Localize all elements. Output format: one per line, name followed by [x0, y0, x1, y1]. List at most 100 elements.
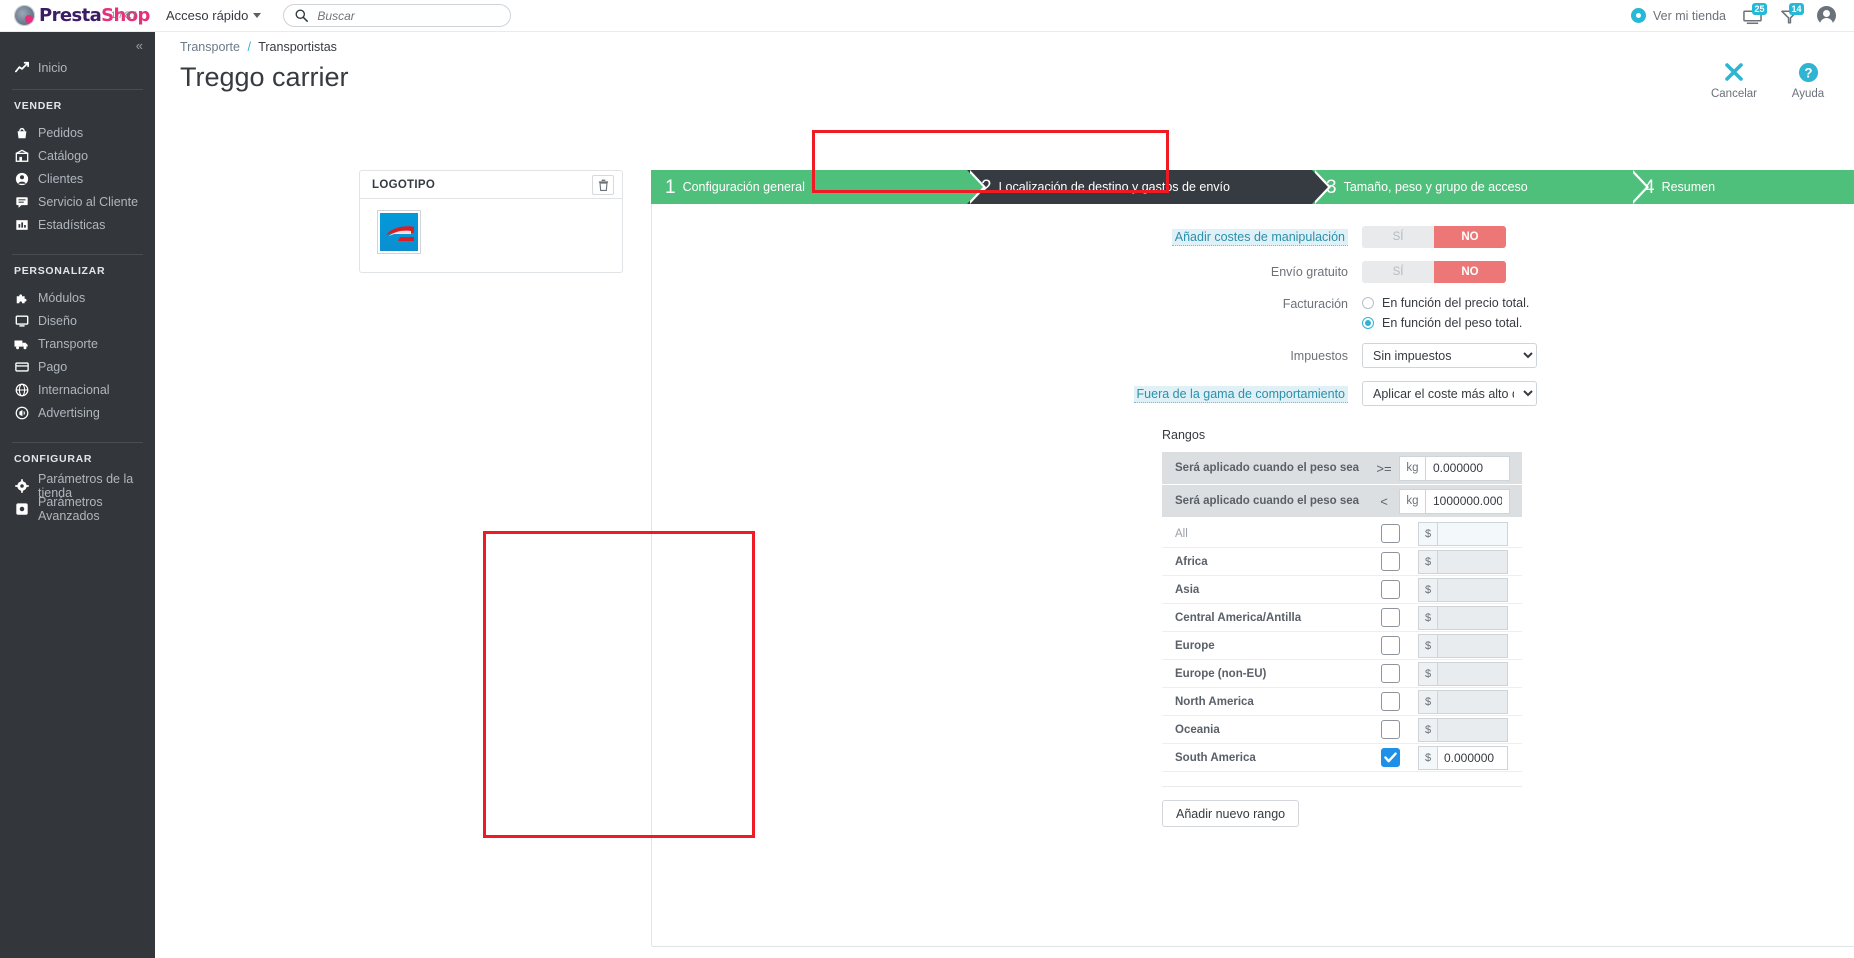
sidebar-item-advertising[interactable]: Advertising [0, 401, 155, 424]
currency-symbol: $ [1418, 689, 1437, 714]
sidebar-item-label: Transporte [38, 336, 98, 351]
sidebar-item-transporte[interactable]: Transporte [0, 332, 155, 355]
zone-name: Asia [1175, 583, 1200, 596]
orders-notification-icon[interactable]: 25 [1743, 2, 1767, 26]
search-box[interactable] [283, 4, 512, 27]
zone-checkbox[interactable] [1380, 636, 1400, 655]
zone-checkbox[interactable] [1380, 524, 1400, 543]
zone-price-input[interactable] [1437, 661, 1508, 686]
basket-icon [14, 125, 29, 140]
handling-costs-label-wrap: Añadir costes de manipulación [652, 229, 1362, 246]
free-shipping-label: Envío gratuito [1270, 265, 1348, 279]
billing-option-weight[interactable]: En función del peso total. [1362, 316, 1529, 330]
customers-notification-icon[interactable]: 14 [1780, 2, 1804, 26]
free-shipping-no[interactable]: NO [1434, 261, 1506, 283]
sidebar-item-modulos[interactable]: Módulos [0, 286, 155, 309]
zone-checkbox-cell [1362, 692, 1418, 711]
wizard-step-3[interactable]: 3 Tamaño, peso y grupo de acceso [1312, 170, 1649, 204]
breadcrumb: Transporte / Transportistas [180, 40, 1854, 54]
sidebar-item-parametros-avanzados[interactable]: Parámetros Avanzados [0, 495, 155, 523]
wizard-steps: 1 Configuración general 2 Localización d… [651, 170, 1854, 204]
radio-checked-icon[interactable] [1362, 317, 1374, 329]
step-label: Resumen [1661, 180, 1716, 194]
sidebar-item-inicio[interactable]: Inicio [0, 56, 155, 79]
breadcrumb-parent[interactable]: Transporte [180, 40, 240, 54]
sidebar-item-internacional[interactable]: Internacional [0, 378, 155, 401]
radio-unchecked-icon[interactable] [1362, 297, 1374, 309]
out-of-range-select[interactable]: Aplicar el coste más alto de la [1362, 381, 1537, 406]
zone-price-input[interactable] [1437, 605, 1508, 630]
catalog-icon [14, 148, 29, 163]
sidebar-item-label: Clientes [38, 171, 84, 186]
billing-option-price[interactable]: En función del precio total. [1362, 296, 1529, 310]
taxes-select[interactable]: Sin impuestos [1362, 343, 1537, 368]
sidebar-collapse-button[interactable]: « [0, 32, 155, 56]
table-row: Asia $ [1162, 576, 1522, 604]
zone-price-input[interactable] [1437, 633, 1508, 658]
zone-name: Europe (non-EU) [1175, 667, 1267, 680]
wizard-step-1[interactable]: 1 Configuración general [651, 170, 986, 204]
free-shipping-yes[interactable]: SÍ [1362, 261, 1434, 283]
monitor-icon [14, 313, 29, 328]
handling-costs-toggle[interactable]: SÍ NO [1362, 226, 1506, 248]
carrier-logo-thumbnail[interactable] [377, 210, 421, 254]
search-input[interactable] [315, 5, 496, 26]
range-max-operator: < [1380, 493, 1388, 509]
credit-card-icon [14, 359, 29, 374]
carrier-logo-image [380, 213, 418, 251]
table-row: All $ [1162, 520, 1522, 548]
delete-logo-button[interactable] [592, 174, 614, 195]
zone-price-input[interactable] [1437, 745, 1508, 770]
zone-price-input[interactable] [1437, 577, 1508, 602]
zone-checkbox[interactable] [1380, 580, 1400, 599]
currency-symbol: $ [1418, 661, 1437, 686]
zone-checkbox[interactable] [1380, 692, 1400, 711]
zone-price-input[interactable] [1437, 521, 1508, 546]
chevron-down-icon [253, 13, 262, 18]
currency-symbol: $ [1418, 605, 1437, 630]
sidebar-item-estadisticas[interactable]: Estadísticas [0, 213, 155, 236]
check-icon [1383, 752, 1397, 763]
zone-checkbox[interactable] [1380, 748, 1400, 767]
add-new-range-button[interactable]: Añadir nuevo rango [1162, 800, 1300, 827]
free-shipping-toggle[interactable]: SÍ NO [1362, 261, 1506, 283]
sidebar-item-clientes[interactable]: Clientes [0, 167, 155, 190]
zone-checkbox[interactable] [1380, 552, 1400, 571]
quick-access-menu[interactable]: Acceso rápido [166, 8, 262, 23]
range-max-input[interactable] [1425, 488, 1510, 514]
range-min-unit: kg [1399, 455, 1425, 481]
zone-checkbox-cell [1362, 636, 1418, 655]
sidebar-item-label: Pago [38, 359, 68, 374]
wizard-step-4[interactable]: 4 Resumen [1630, 170, 1854, 204]
zone-price-input[interactable] [1437, 549, 1508, 574]
zone-checkbox[interactable] [1380, 608, 1400, 627]
range-min-input[interactable] [1425, 455, 1510, 481]
table-row: North America $ [1162, 688, 1522, 716]
prestashop-logo[interactable]: PrestaShop 1.7.8.7 [14, 0, 154, 32]
cancel-button[interactable]: Cancelar [1710, 58, 1758, 100]
handling-costs-yes[interactable]: SÍ [1362, 226, 1434, 248]
handling-costs-no[interactable]: NO [1434, 226, 1506, 248]
sidebar-item-label: Módulos [38, 290, 86, 305]
zone-checkbox-cell [1362, 748, 1418, 767]
sidebar-item-pedidos[interactable]: Pedidos [0, 121, 155, 144]
megaphone-icon [14, 405, 29, 420]
view-my-shop-link[interactable]: Ver mi tienda [1631, 8, 1726, 23]
wizard-step-2[interactable]: 2 Localización de destino y gastos de en… [967, 170, 1331, 204]
sidebar-item-pago[interactable]: Pago [0, 355, 155, 378]
truck-icon [14, 336, 29, 351]
search-icon [295, 9, 309, 22]
zone-checkbox[interactable] [1380, 664, 1400, 683]
prestashop-mark-icon [14, 5, 35, 26]
zone-name: Central America/Antilla [1175, 611, 1302, 624]
range-min-label: Será aplicado cuando el peso sea [1175, 462, 1360, 474]
help-button[interactable]: ? Ayuda [1784, 58, 1832, 100]
zone-checkbox[interactable] [1380, 720, 1400, 739]
zone-checkbox-cell [1362, 664, 1418, 683]
zone-price-input[interactable] [1437, 717, 1508, 742]
sidebar-item-diseno[interactable]: Diseño [0, 309, 155, 332]
account-avatar-icon[interactable] [1817, 6, 1836, 26]
zone-price-input[interactable] [1437, 689, 1508, 714]
sidebar-item-catalogo[interactable]: Catálogo [0, 144, 155, 167]
sidebar-item-servicio-al-cliente[interactable]: Servicio al Cliente [0, 190, 155, 213]
